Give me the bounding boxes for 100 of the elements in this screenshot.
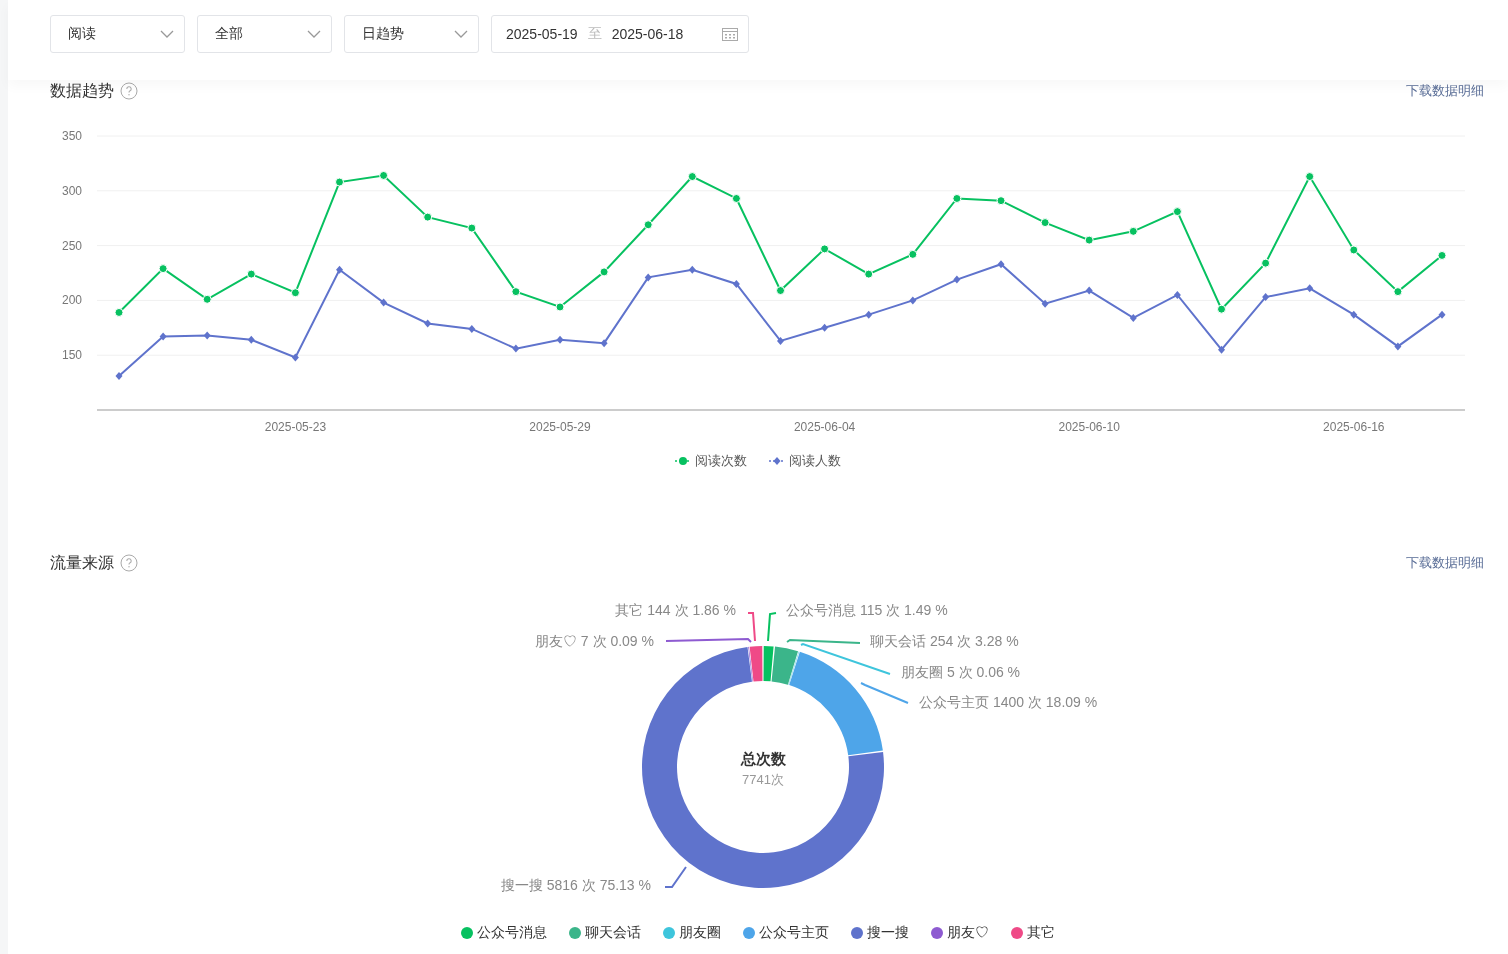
dropdown[interactable]: 阅读 bbox=[50, 15, 185, 53]
slice-label: 搜一搜 5816 次 75.13 % bbox=[500, 876, 651, 894]
donut-slice[interactable] bbox=[788, 651, 800, 685]
data-point bbox=[556, 335, 564, 344]
help-icon[interactable] bbox=[120, 554, 138, 572]
legend-label[interactable]: 公众号消息 bbox=[477, 924, 547, 942]
donut-slice[interactable] bbox=[763, 646, 774, 682]
data-point bbox=[1261, 258, 1271, 268]
legend-label[interactable]: 公众号主页 bbox=[759, 924, 829, 942]
dropdown[interactable]: 全部 bbox=[197, 15, 332, 53]
donut-slice[interactable] bbox=[789, 651, 883, 756]
x-axis-label: 2025-05-29 bbox=[529, 420, 591, 434]
date-range-field[interactable]: 2025-05-19 至 2025-06-18 bbox=[491, 15, 749, 53]
data-point bbox=[203, 331, 211, 340]
data-point bbox=[1173, 290, 1181, 299]
data-point bbox=[776, 286, 785, 296]
data-point bbox=[1437, 250, 1447, 260]
data-point bbox=[732, 279, 740, 288]
data-point bbox=[512, 344, 520, 353]
data-point bbox=[997, 260, 1005, 269]
data-point bbox=[1084, 235, 1094, 245]
slice-label: 公众号消息 115 次 1.49 % bbox=[786, 601, 948, 619]
download-link[interactable]: 下载数据明细 bbox=[1406, 82, 1484, 100]
data-point bbox=[159, 332, 167, 341]
slice-label: 聊天会话 254 次 3.28 % bbox=[870, 632, 1019, 650]
data-point bbox=[643, 220, 653, 230]
center-value: 7741次 bbox=[742, 771, 784, 789]
data-point bbox=[114, 307, 124, 317]
data-point bbox=[202, 294, 212, 304]
y-axis-label: 300 bbox=[61, 183, 82, 198]
slice-label: 朋友圈 5 次 0.06 % bbox=[901, 663, 1021, 681]
data-point bbox=[821, 323, 829, 332]
data-point bbox=[909, 296, 917, 305]
data-point bbox=[467, 223, 477, 233]
donut-slice[interactable] bbox=[771, 646, 799, 685]
section-title: 数据趋势 bbox=[50, 80, 114, 101]
dropdown[interactable]: 日趋势 bbox=[344, 15, 479, 53]
legend-label[interactable]: 阅读人数 bbox=[789, 452, 841, 470]
legend-label[interactable]: 其它 bbox=[1027, 924, 1055, 942]
data-point bbox=[1129, 313, 1137, 322]
y-axis-label: 350 bbox=[61, 129, 82, 143]
slice-label: 公众号主页 1400 次 18.09 % bbox=[919, 693, 1098, 711]
chevron-down-icon bbox=[160, 30, 174, 38]
data-point bbox=[1305, 172, 1315, 182]
data-point bbox=[468, 324, 476, 333]
data-point bbox=[423, 212, 433, 222]
data-point bbox=[777, 336, 784, 345]
data-point bbox=[687, 172, 697, 182]
data-point bbox=[952, 193, 962, 203]
data-point bbox=[953, 275, 961, 284]
legend-label[interactable]: 聊天会话 bbox=[585, 924, 641, 942]
download-link[interactable]: 下载数据明细 bbox=[1406, 554, 1484, 572]
legend-label[interactable]: 朋友♡ bbox=[947, 924, 989, 942]
data-point bbox=[865, 310, 873, 319]
donut-slice[interactable] bbox=[748, 646, 753, 682]
data-point bbox=[1041, 299, 1049, 308]
data-point bbox=[336, 265, 343, 274]
y-axis-label: 200 bbox=[61, 293, 82, 308]
legend-label[interactable]: 搜一搜 bbox=[867, 924, 909, 942]
data-point bbox=[908, 249, 918, 259]
data-point bbox=[379, 170, 389, 180]
data-point bbox=[1040, 218, 1050, 228]
data-point bbox=[246, 269, 256, 279]
data-point bbox=[1218, 345, 1225, 354]
x-axis-label: 2025-06-16 bbox=[1323, 420, 1385, 434]
data-point bbox=[380, 298, 388, 307]
chevron-down-icon bbox=[307, 30, 321, 38]
data-point bbox=[1306, 284, 1314, 293]
data-point bbox=[599, 267, 609, 277]
x-axis-label: 2025-06-10 bbox=[1058, 420, 1120, 434]
data-point bbox=[1349, 245, 1359, 255]
data-point bbox=[1128, 226, 1138, 236]
data-point bbox=[820, 244, 830, 254]
data-point bbox=[996, 196, 1006, 206]
data-point bbox=[1085, 286, 1093, 295]
legend-label[interactable]: 朋友圈 bbox=[679, 924, 721, 942]
legend-label[interactable]: 阅读次数 bbox=[695, 452, 747, 470]
data-point bbox=[291, 353, 299, 362]
data-point bbox=[158, 264, 168, 274]
data-point bbox=[115, 372, 123, 380]
y-axis-label: 150 bbox=[61, 348, 82, 363]
help-icon[interactable] bbox=[120, 82, 138, 100]
center-title: 总次数 bbox=[740, 750, 786, 769]
data-point bbox=[600, 339, 608, 348]
slice-label: 朋友♡ 7 次 0.09 % bbox=[534, 632, 654, 650]
section-title: 流量来源 bbox=[50, 552, 114, 573]
data-point bbox=[335, 177, 344, 187]
data-point bbox=[1438, 310, 1446, 319]
data-point bbox=[511, 287, 521, 297]
data-point bbox=[247, 335, 255, 344]
x-axis-label: 2025-06-04 bbox=[793, 420, 856, 434]
data-point bbox=[1350, 310, 1358, 319]
calendar-icon bbox=[722, 27, 738, 41]
y-axis-label: 250 bbox=[61, 238, 82, 253]
data-point bbox=[1394, 342, 1402, 351]
data-point bbox=[644, 273, 652, 282]
data-point bbox=[1217, 304, 1226, 314]
data-point bbox=[290, 288, 300, 298]
donut-slice[interactable] bbox=[749, 646, 763, 682]
data-point bbox=[555, 302, 565, 312]
